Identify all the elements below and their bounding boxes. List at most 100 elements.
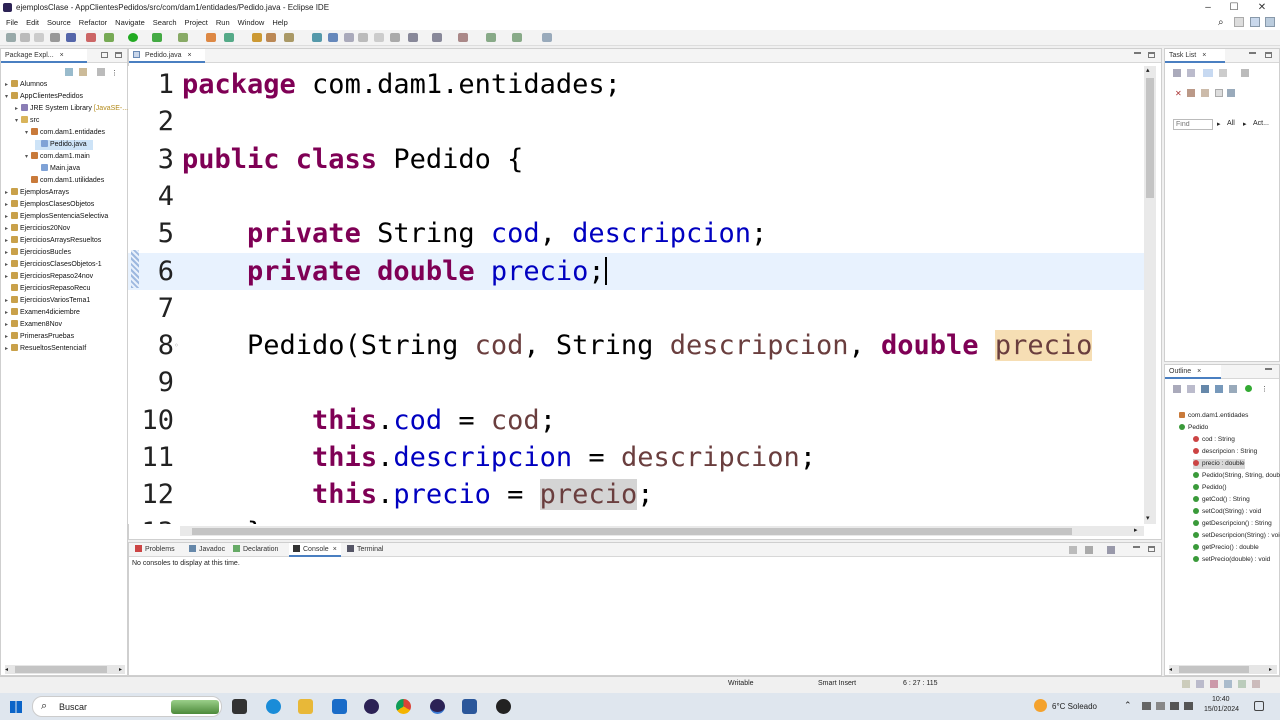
close-icon[interactable]: × (188, 52, 192, 59)
activate-link[interactable]: Act... (1253, 120, 1269, 127)
outline-item[interactable]: Pedido() (1193, 483, 1227, 493)
status-tool-icon[interactable] (1238, 680, 1246, 688)
tray-app-icon[interactable] (1142, 702, 1151, 710)
tree-item[interactable]: Pedido.java (35, 140, 93, 150)
open-task-icon[interactable] (266, 33, 276, 42)
close-icon[interactable]: × (1202, 52, 1206, 59)
task-find-input[interactable] (1173, 119, 1213, 130)
maximize-view-icon[interactable] (115, 52, 122, 58)
prev-annotation-icon[interactable] (432, 33, 442, 42)
schedule-icon[interactable] (1201, 89, 1209, 97)
scroll-right-icon[interactable]: ▸ (1134, 526, 1138, 534)
view-menu-icon[interactable]: ⋮ (1261, 385, 1268, 393)
toggle-block-icon[interactable] (344, 33, 354, 42)
package-explorer-tab[interactable]: Package Expl... × (1, 49, 87, 63)
run-icon[interactable] (128, 33, 138, 42)
new-task-icon[interactable] (1173, 69, 1181, 77)
next-annotation-icon[interactable] (408, 33, 418, 42)
volume-icon[interactable] (1184, 702, 1193, 710)
code-line[interactable]: 3 public class Pedido { (128, 141, 1144, 178)
open-console-icon[interactable] (1107, 546, 1115, 554)
hide-local-types-icon[interactable] (1245, 385, 1252, 392)
weather-icon[interactable] (1034, 699, 1047, 712)
outline-tab[interactable]: Outline × (1165, 365, 1221, 379)
code-line[interactable]: 4 (128, 178, 1144, 215)
taskbar-search[interactable]: ⌕ Buscar (32, 696, 222, 717)
tree-item[interactable]: EjerciciosRepasoRecu (5, 284, 90, 294)
menu-search[interactable]: Search (149, 17, 181, 29)
menu-run[interactable]: Run (212, 17, 234, 29)
menu-project[interactable]: Project (181, 17, 212, 29)
all-filter-icon[interactable]: ▸ (1217, 120, 1221, 128)
tab-console[interactable]: Console × (289, 543, 341, 557)
print-icon[interactable] (50, 33, 60, 42)
debug-icon[interactable] (104, 33, 114, 42)
editor-tab-pedido[interactable]: Pedido.java × (129, 49, 205, 63)
new-icon[interactable] (6, 33, 16, 42)
code-line[interactable]: 13 } (128, 514, 1144, 524)
notifications-icon[interactable] (1254, 701, 1264, 711)
save-all-icon[interactable] (34, 33, 44, 42)
outline-item[interactable]: cod : String (1193, 435, 1235, 445)
tray-app-icon[interactable] (1156, 702, 1165, 710)
tab-terminal[interactable]: Terminal (343, 543, 387, 557)
collapse-all-icon[interactable] (1219, 69, 1227, 77)
tree-item[interactable]: ▸ Examen4diciembre (5, 308, 80, 318)
word-icon[interactable] (462, 699, 477, 714)
minimize-view-icon[interactable] (1265, 368, 1272, 374)
view-menu-icon[interactable]: ⋮ (111, 69, 118, 77)
menu-file[interactable]: File (2, 17, 22, 29)
collapse-outline-icon[interactable] (1173, 385, 1181, 393)
new-query-icon[interactable] (1215, 89, 1223, 97)
editor-horizontal-scrollbar[interactable]: ▸ (180, 526, 1144, 536)
menu-navigate[interactable]: Navigate (111, 17, 149, 29)
close-icon[interactable]: × (333, 546, 337, 553)
tree-item[interactable]: ▸ EjerciciosClasesObjetos-1 (5, 260, 102, 270)
toggle-mark-icon[interactable] (328, 33, 338, 42)
all-filter-link[interactable]: All (1227, 120, 1235, 127)
perspective-icon[interactable] (1234, 17, 1244, 27)
menu-window[interactable]: Window (234, 17, 269, 29)
tree-item[interactable]: ▸ PrimerasPruebas (5, 332, 74, 342)
code-editor[interactable]: 1 package com.dam1.entidades; 2 3 public cla… (128, 66, 1144, 524)
scroll-thumb[interactable] (1179, 666, 1249, 673)
menu-edit[interactable]: Edit (22, 17, 43, 29)
scroll-thumb[interactable] (192, 528, 1072, 535)
weather-text[interactable]: 6°C Soleado (1052, 702, 1097, 711)
filter-icon[interactable] (97, 68, 105, 76)
close-button[interactable]: ✕ (1242, 0, 1280, 16)
back-icon[interactable] (486, 33, 496, 42)
horizontal-scrollbar[interactable]: ◂ ▸ (5, 665, 125, 674)
tab-declaration[interactable]: Declaration (229, 543, 282, 557)
scroll-left-icon[interactable]: ◂ (5, 666, 8, 673)
scroll-right-icon[interactable]: ▸ (1269, 666, 1272, 673)
tree-item[interactable]: ▾ src (15, 116, 39, 126)
menu-help[interactable]: Help (268, 17, 291, 29)
pilcrow-icon[interactable] (390, 33, 400, 42)
status-tool-icon[interactable] (1252, 680, 1260, 688)
outline-item[interactable]: setCod(String) : void (1193, 507, 1261, 517)
tree-item[interactable]: ▸ EjerciciosVariosTema1 (5, 296, 90, 306)
tree-item[interactable]: ▾ AppClientesPedidos (5, 92, 83, 102)
scroll-down-icon[interactable]: ▾ (1146, 514, 1150, 522)
scroll-thumb[interactable] (15, 666, 107, 673)
focus-icon[interactable] (1241, 69, 1249, 77)
wifi-icon[interactable] (1170, 702, 1179, 710)
menu-refactor[interactable]: Refactor (75, 17, 111, 29)
collapse-all-icon[interactable] (65, 68, 73, 76)
hide-fields-icon[interactable] (1201, 385, 1209, 393)
code-line[interactable]: 10 this.cod = cod; (128, 402, 1144, 439)
insert-mode-status[interactable]: Smart Insert (818, 680, 856, 687)
tree-item[interactable]: ▸ EjemplosArrays (5, 188, 69, 198)
terminal-icon[interactable] (66, 33, 76, 42)
forward-icon[interactable] (512, 33, 522, 42)
code-line[interactable]: 6 private double precio; (128, 252, 1144, 290)
pin-editor-icon[interactable] (542, 33, 552, 42)
external-tools-icon[interactable] (178, 33, 188, 42)
minimize-view-icon[interactable] (101, 52, 108, 58)
sort-icon[interactable] (1187, 385, 1195, 393)
edge-icon[interactable] (266, 699, 281, 714)
save-icon[interactable] (20, 33, 30, 42)
task-repository-icon[interactable] (1187, 89, 1195, 97)
tree-item[interactable]: ▸ Ejercicios20Nov (5, 224, 70, 234)
